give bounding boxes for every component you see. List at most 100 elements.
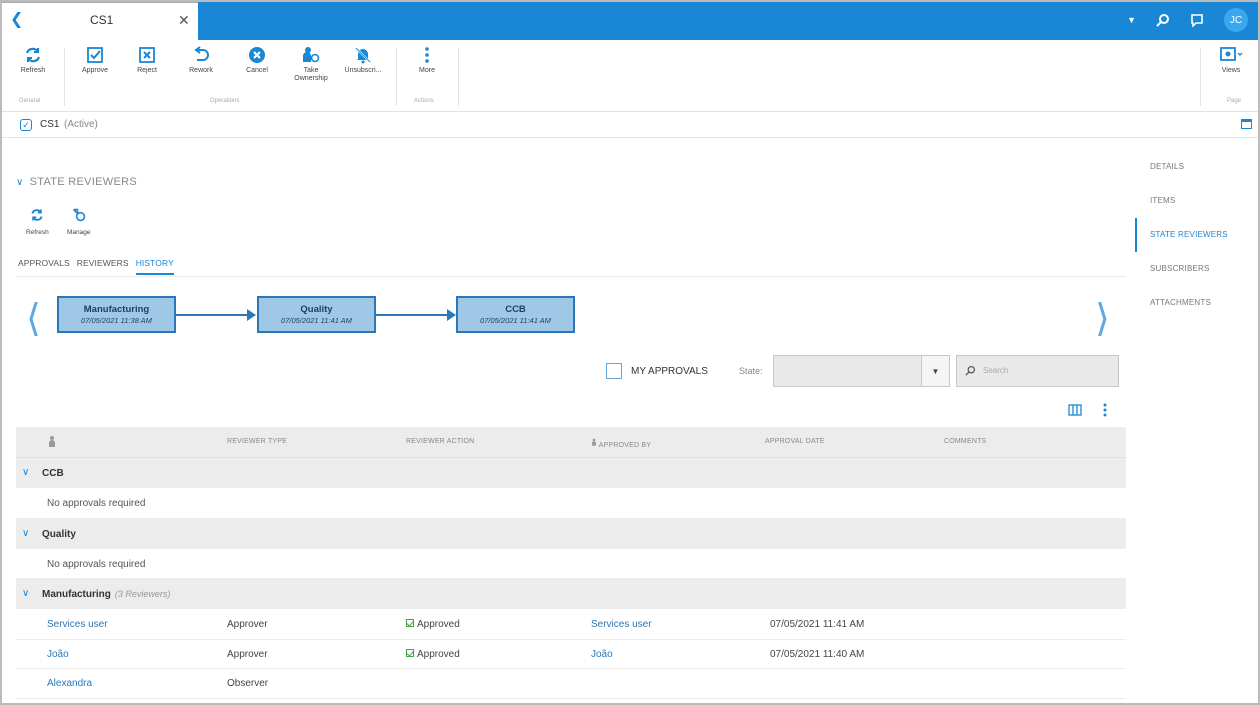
flow-step-name: Quality [300, 304, 333, 315]
state-select[interactable]: ▼ [773, 355, 950, 387]
chat-icon[interactable] [1190, 13, 1204, 27]
more-button[interactable]: More [402, 46, 452, 75]
person-icon [592, 438, 596, 446]
my-approvals-checkbox[interactable] [606, 363, 622, 379]
item-name: CS1 [40, 119, 60, 130]
reviewer-action: Approved [406, 648, 460, 660]
more-vertical-icon[interactable] [1102, 403, 1108, 422]
sidebar-item-details[interactable]: DETAILS [1135, 150, 1260, 184]
section-header[interactable]: ∨ STATE REVIEWERS [16, 176, 137, 188]
unsubscribe-label: Unsubscri... [344, 67, 382, 74]
tabs-divider [16, 276, 1126, 277]
flow-arrowhead [247, 309, 256, 321]
breadcrumb: ✓ CS1 (Active) [0, 112, 1260, 138]
column-header-reviewer-type[interactable]: REVIEWER TYPE [227, 438, 287, 445]
flow-connector [176, 314, 248, 316]
sidebar-item-state-reviewers[interactable]: STATE REVIEWERS [1135, 218, 1260, 252]
chevron-down-icon[interactable]: ∨ [16, 177, 24, 188]
search-input[interactable]: Search [956, 355, 1119, 387]
cancel-icon [249, 47, 265, 63]
section-refresh-button[interactable]: Refresh [26, 208, 49, 236]
search-icon[interactable] [1156, 13, 1170, 27]
panel-toggle-icon[interactable] [1241, 119, 1252, 129]
approvals-table: REVIEWER TYPE REVIEWER ACTION APPROVED B… [16, 427, 1126, 699]
group-label-general: General [19, 98, 41, 104]
reviewer-sort-icon[interactable] [48, 435, 56, 451]
columns-icon[interactable] [1068, 403, 1082, 421]
group-name: Quality [42, 528, 76, 540]
reviewer-link[interactable]: Alexandra [47, 678, 92, 689]
unsubscribe-button[interactable]: Unsubscri... [338, 46, 388, 75]
column-header-comments[interactable]: COMMENTS [944, 438, 986, 445]
chevron-down-icon[interactable]: ∨ [22, 467, 29, 478]
my-approvals-label: MY APPROVALS [631, 366, 708, 377]
document-tab[interactable]: ❮ CS1 ✕ [0, 0, 198, 40]
column-header-reviewer-action[interactable]: REVIEWER ACTION [406, 438, 474, 445]
group-header-manufacturing[interactable]: ∨ Manufacturing (3 Reviewers) [16, 579, 1126, 610]
chevron-down-icon[interactable]: ∨ [22, 528, 29, 539]
search-placeholder: Search [983, 366, 1009, 375]
reject-icon [139, 47, 155, 63]
take-ownership-label: Take Ownership [294, 67, 328, 82]
column-header-approved-by-label: APPROVED BY [598, 442, 652, 449]
reviewer-link[interactable]: João [47, 649, 69, 660]
previous-arrow-icon[interactable]: ⟨ [26, 296, 41, 340]
cancel-button[interactable]: Cancel [232, 46, 282, 75]
group-header-ccb[interactable]: ∨ CCB [16, 458, 1126, 489]
divider [458, 48, 459, 106]
approved-check-icon [406, 619, 414, 627]
group-header-quality[interactable]: ∨ Quality [16, 518, 1126, 550]
approve-button[interactable]: Approve [70, 46, 120, 75]
sidebar-item-items[interactable]: ITEMS [1135, 184, 1260, 218]
refresh-icon [25, 47, 41, 63]
manage-button[interactable]: Manage [67, 208, 91, 236]
state-label: State: [739, 366, 763, 376]
tab-history[interactable]: HISTORY [135, 258, 174, 275]
reject-label: Reject [137, 67, 157, 74]
rework-label: Rework [189, 67, 213, 74]
approve-label: Approve [81, 67, 109, 74]
reviewer-subtabs: APPROVALS REVIEWERS HISTORY [18, 258, 174, 275]
chevron-down-icon[interactable]: ∨ [22, 588, 29, 599]
flow-connector [376, 314, 448, 316]
approved-by-link[interactable]: João [591, 649, 613, 660]
divider [1200, 48, 1201, 106]
manage-icon [72, 208, 85, 222]
views-button[interactable]: Views [1206, 46, 1256, 75]
reviewer-action-text: Approved [417, 619, 460, 630]
avatar[interactable]: JC [1224, 8, 1248, 32]
sidebar-item-subscribers[interactable]: SUBSCRIBERS [1135, 252, 1260, 286]
group-label-operations: Operations [210, 98, 240, 104]
dropdown-caret-icon[interactable]: ▼ [1127, 15, 1136, 25]
approved-by-link[interactable]: Services user [591, 619, 652, 630]
take-ownership-button[interactable]: Take Ownership [286, 46, 336, 83]
chevron-down-icon[interactable]: ▼ [921, 356, 949, 386]
flow-step-quality[interactable]: Quality 07/05/2021 11:41 AM [257, 296, 376, 333]
top-bar: ❮ CS1 ✕ ▼ JC [0, 0, 1260, 40]
back-icon[interactable]: ❮ [10, 9, 23, 29]
group-name: Manufacturing (3 Reviewers) [42, 589, 170, 600]
next-arrow-icon[interactable]: ⟩ [1095, 296, 1110, 340]
flow-step-ccb[interactable]: CCB 07/05/2021 11:41 AM [456, 296, 575, 333]
reviewer-action: Approved [406, 619, 460, 630]
reviewer-count: (3 Reviewers) [114, 589, 171, 599]
column-header-approval-date[interactable]: APPROVAL DATE [765, 438, 825, 445]
views-icon [1220, 47, 1243, 61]
column-header-approved-by[interactable]: APPROVED BY [591, 438, 651, 449]
table-row: Alexandra Observer [16, 669, 1126, 699]
sidebar-item-attachments[interactable]: ATTACHMENTS [1135, 286, 1260, 320]
flow-arrowhead [447, 309, 456, 321]
reviewer-link[interactable]: Services user [47, 619, 108, 630]
refresh-button[interactable]: Refresh [8, 46, 58, 75]
views-label: Views [1221, 67, 1241, 74]
tab-reviewers[interactable]: REVIEWERS [77, 258, 129, 275]
group-name-text: Manufacturing [42, 589, 111, 600]
rework-button[interactable]: Rework [176, 46, 226, 75]
group-label-actions: Actions [414, 98, 434, 104]
close-tab-icon[interactable]: ✕ [178, 12, 190, 29]
tab-approvals[interactable]: APPROVALS [18, 258, 70, 275]
reject-button[interactable]: Reject [122, 46, 172, 75]
bell-off-icon [355, 47, 371, 64]
table-row: No approvals required [16, 489, 1126, 519]
flow-step-manufacturing[interactable]: Manufacturing 07/05/2021 11:38 AM [57, 296, 176, 333]
